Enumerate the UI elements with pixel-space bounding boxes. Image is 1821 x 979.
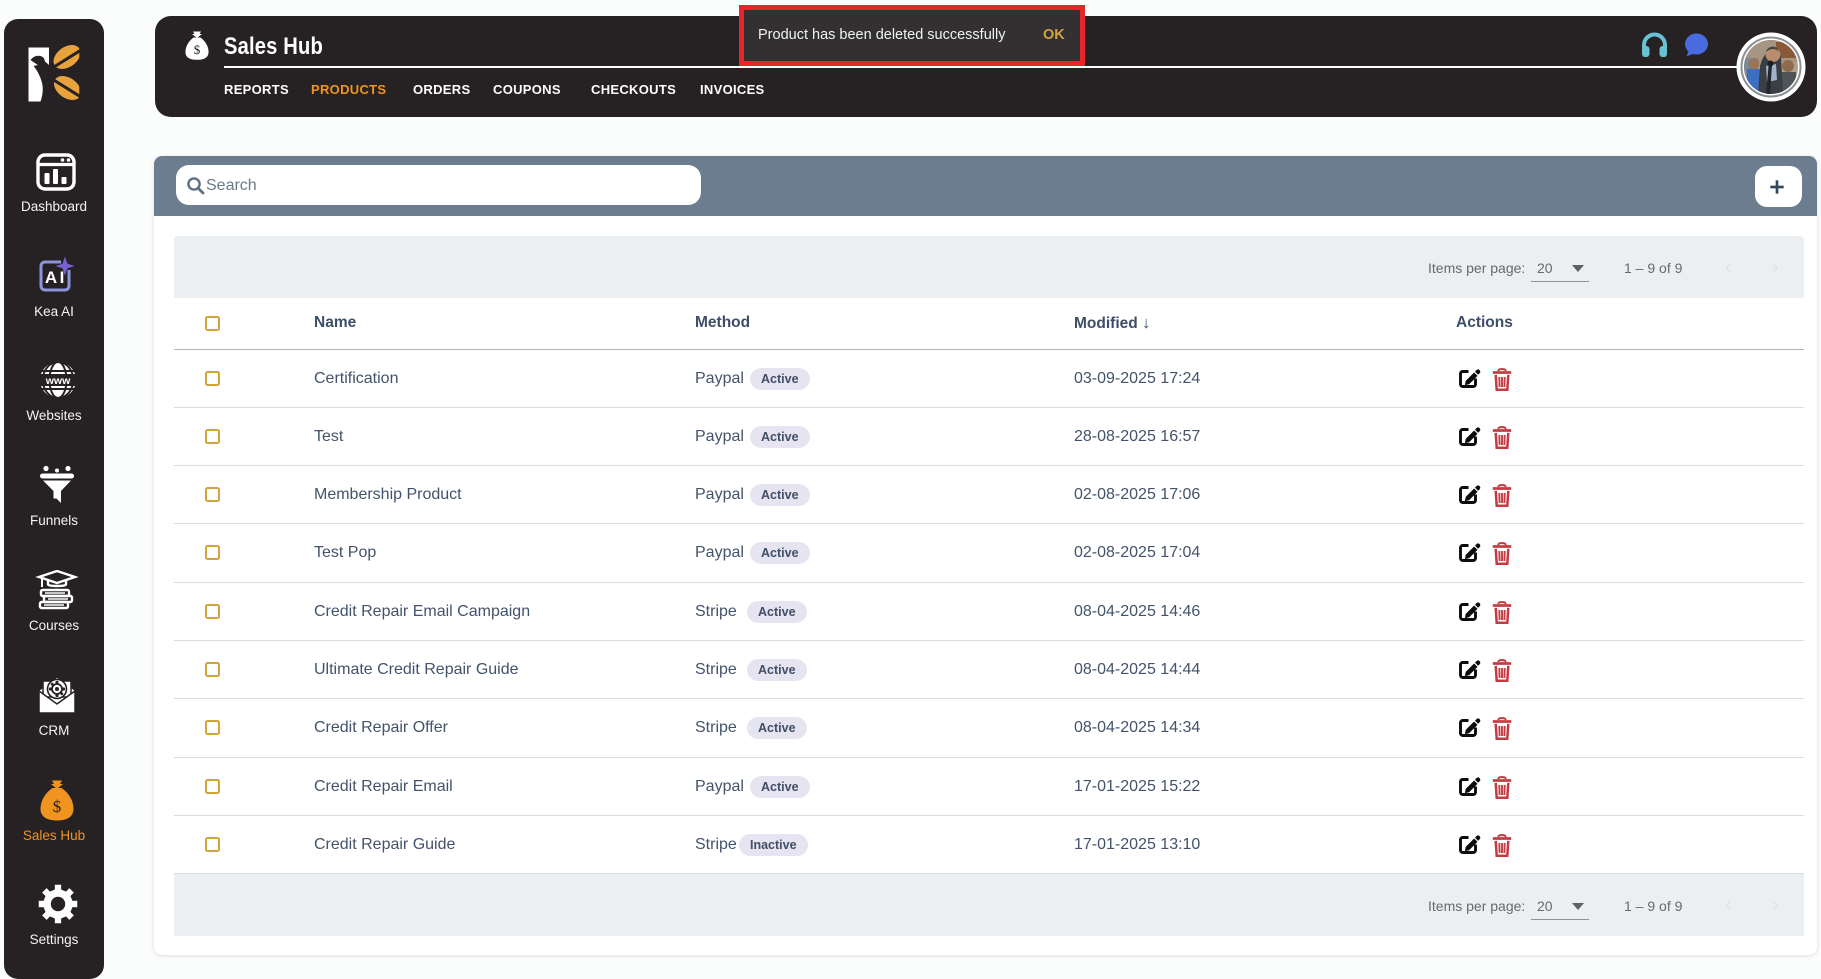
svg-text:$: $	[53, 797, 62, 816]
svg-text:www: www	[45, 375, 71, 387]
svg-text:A: A	[45, 268, 57, 287]
svg-text:$: $	[194, 42, 201, 57]
